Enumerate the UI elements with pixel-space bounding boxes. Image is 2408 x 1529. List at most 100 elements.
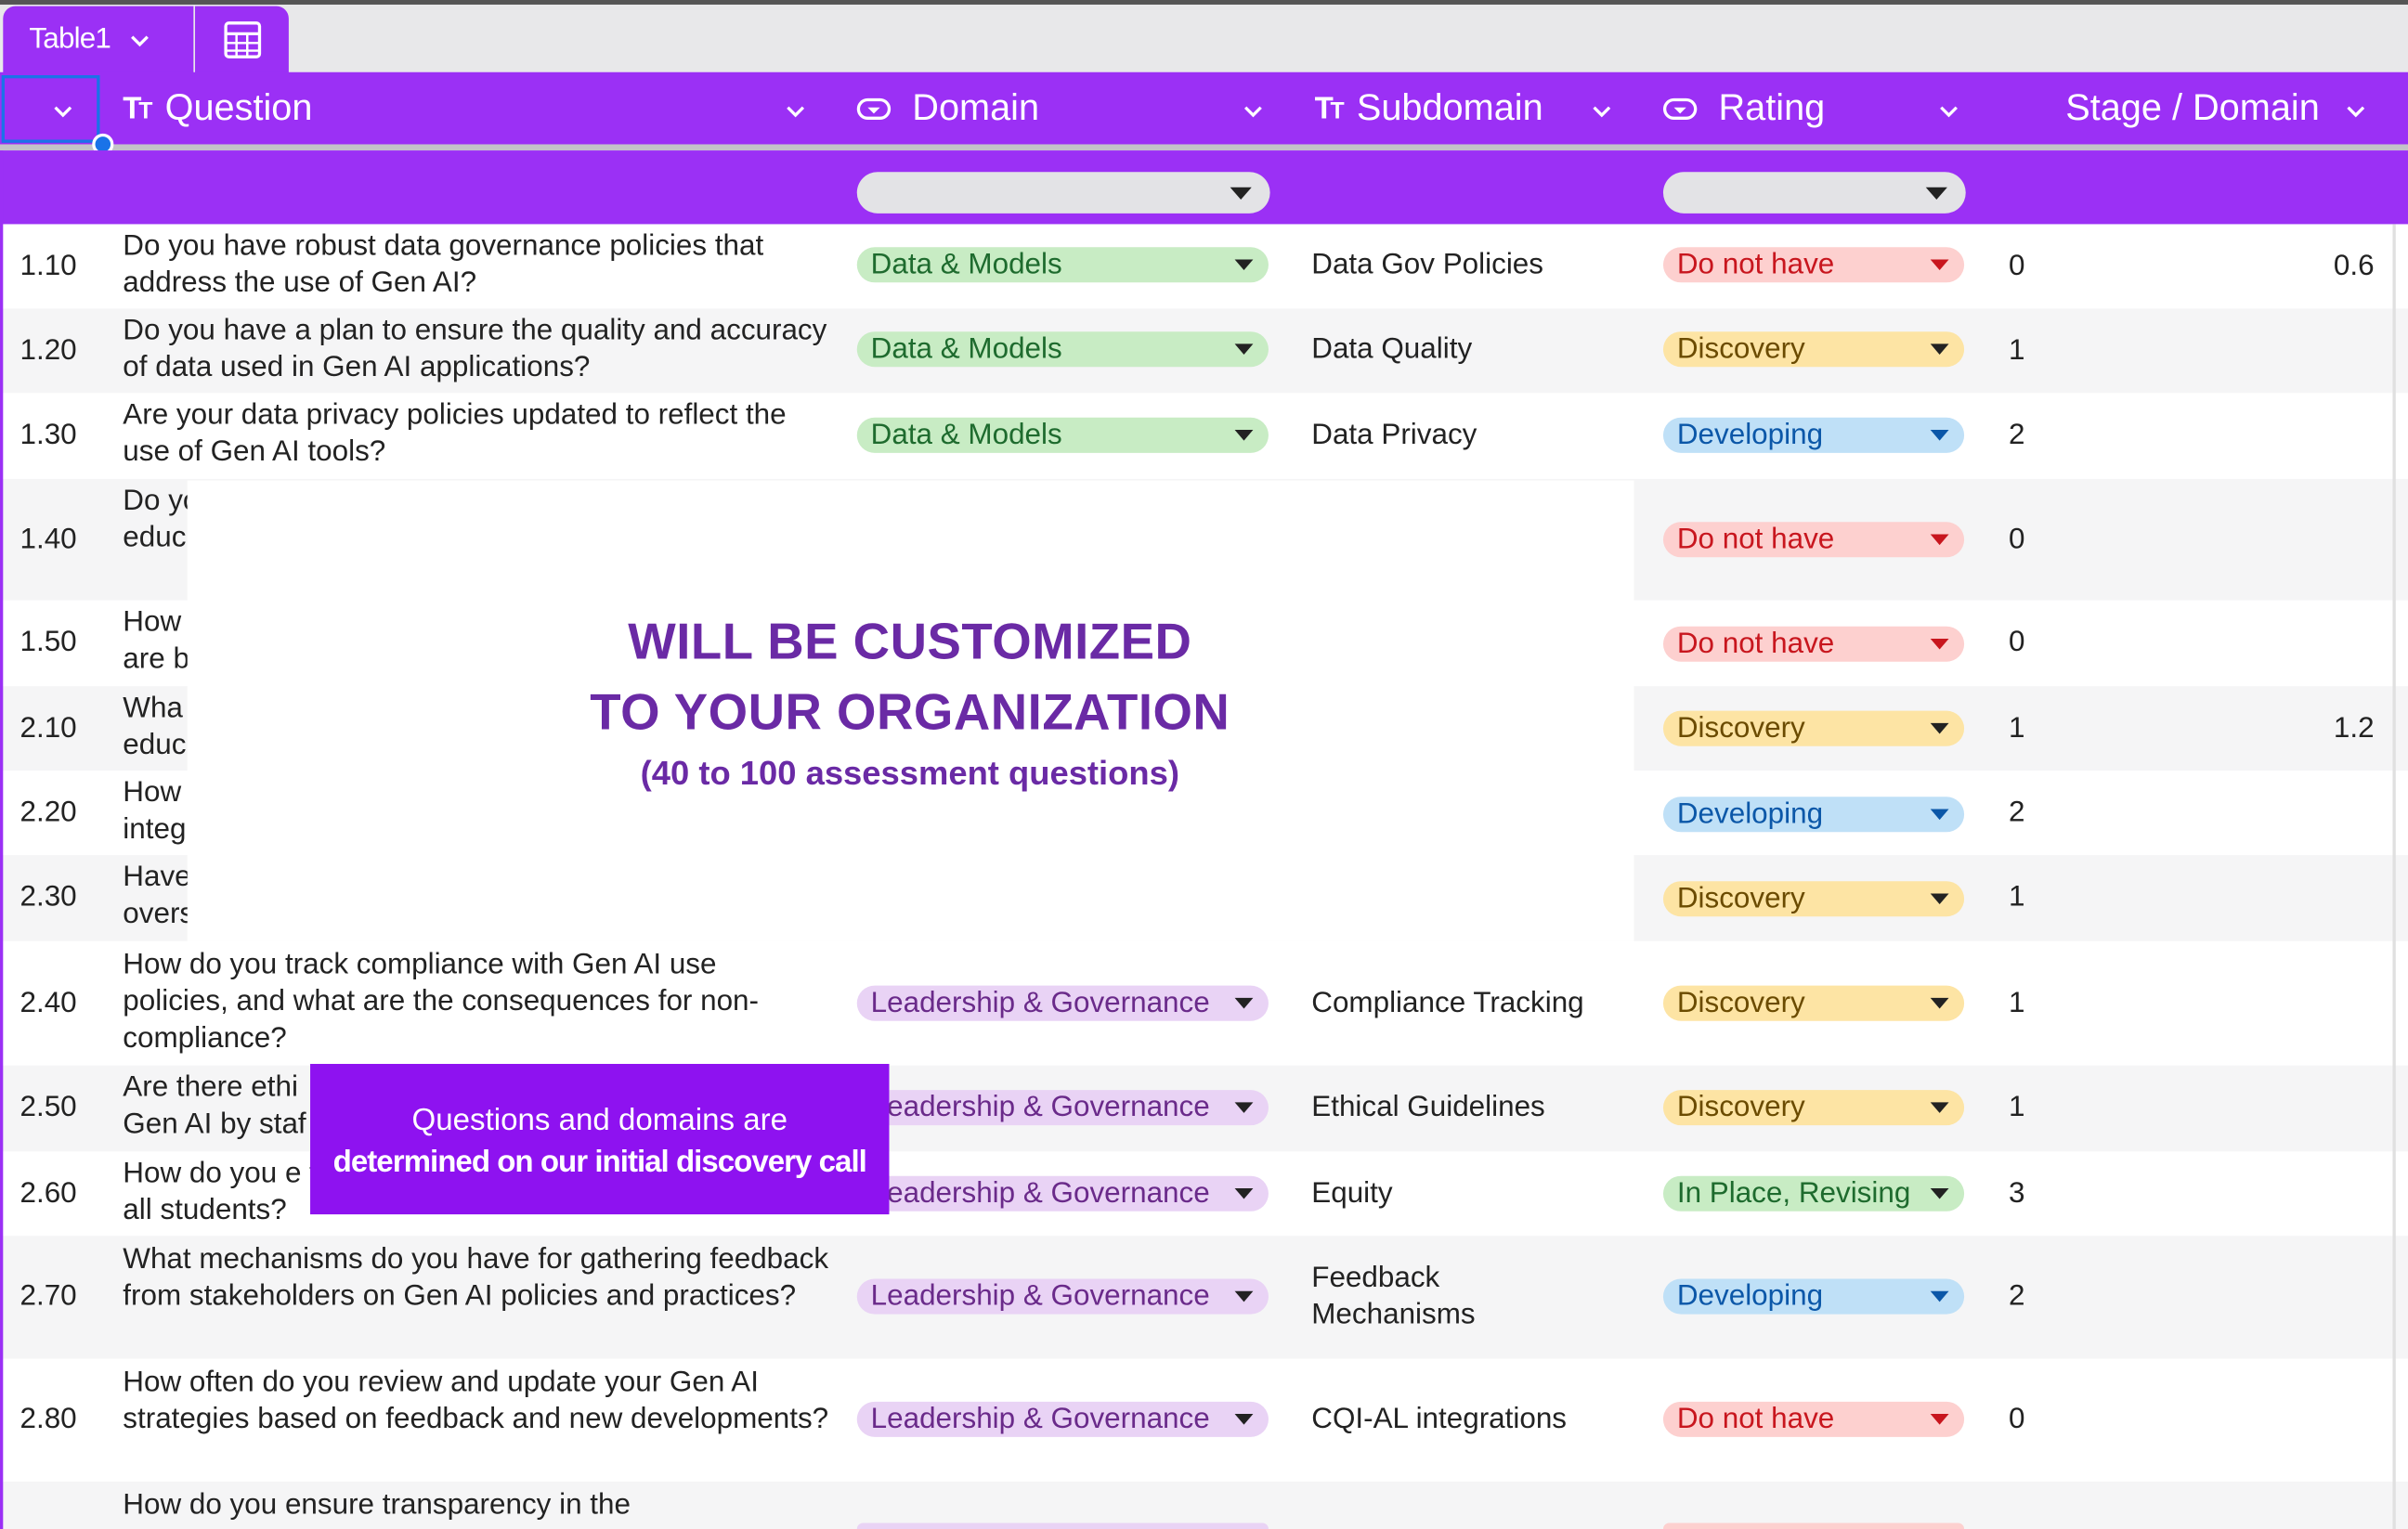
header-domain[interactable]: Domain	[856, 72, 1039, 146]
rating-chip[interactable]: Do not have	[1662, 522, 1965, 558]
stage-cell[interactable]: 0.6	[2334, 251, 2375, 284]
subdomain-cell[interactable]: Equity	[1311, 1176, 1619, 1213]
header-question[interactable]: TT Question	[123, 72, 312, 146]
selected-cell[interactable]	[1, 75, 100, 143]
domain-chip[interactable]: Data & Models	[856, 331, 1269, 368]
question-cell[interactable]: Do you have a plan to ensure the quality…	[123, 313, 829, 386]
rating-chip[interactable]: Discovery	[1662, 710, 1965, 746]
filter-row	[0, 150, 2408, 225]
table-row[interactable]: 2.70 What mechanisms do you have for gat…	[0, 1236, 2408, 1359]
score-cell[interactable]: 2	[2009, 1280, 2024, 1314]
rating-chip[interactable]: Do not have	[1662, 626, 1965, 662]
question-cell[interactable]: Are your data privacy policies updated t…	[123, 397, 829, 471]
discovery-call-callout: Questions and domains are determined on …	[310, 1064, 890, 1215]
customization-message: WILL BE CUSTOMIZED TO YOUR ORGANIZATION …	[522, 606, 1297, 799]
score-cell[interactable]: 1	[2009, 881, 2024, 914]
score-cell[interactable]: 0	[2009, 524, 2024, 557]
dropdown-arrow-icon	[1930, 1102, 1949, 1113]
rating-chip[interactable]: Developing	[1662, 417, 1965, 453]
dropdown-arrow-icon	[1930, 997, 1949, 1009]
domain-chip[interactable]: Leadership & Governance	[856, 1090, 1269, 1126]
subdomain-cell[interactable]: Data Gov Policies	[1311, 247, 1619, 284]
callout-line-1: Questions and domains are	[411, 1104, 788, 1138]
stage-cell[interactable]: 1.2	[2334, 712, 2375, 745]
rating-chip[interactable]: Discovery	[1662, 985, 1965, 1021]
chevron-down-icon[interactable]	[1936, 98, 1960, 123]
rating-chip[interactable]: Developing	[1662, 1278, 1965, 1315]
calculator-icon	[223, 21, 261, 58]
rating-filter-dropdown[interactable]	[1662, 172, 1966, 214]
chevron-down-icon[interactable]	[2344, 98, 2368, 123]
subdomain-cell[interactable]: Data Quality	[1311, 331, 1619, 369]
header-subdomain[interactable]: TT Subdomain	[1315, 72, 1543, 146]
rating-chip-label: Do not have	[1676, 627, 1835, 660]
domain-chip[interactable]: Leadership & Governance	[856, 985, 1269, 1021]
question-cell[interactable]: How do you ensure transparency in the	[123, 1487, 829, 1524]
domain-chip[interactable]: Leadership & Governance	[856, 1278, 1269, 1315]
domain-chip-label: Data & Models	[870, 332, 1062, 365]
header-rating[interactable]: Rating	[1662, 72, 1826, 146]
dropdown-arrow-icon	[1234, 430, 1254, 441]
header-stage-domain[interactable]: Stage / Domain	[2065, 72, 2320, 146]
tab-table1[interactable]: Table1	[3, 6, 194, 74]
rating-chip-label: Developing	[1676, 1279, 1824, 1313]
rating-chip[interactable]	[1662, 1523, 1965, 1529]
domain-chip[interactable]: Leadership & Governance	[856, 1175, 1269, 1212]
rating-chip[interactable]: Developing	[1662, 797, 1965, 833]
rating-chip[interactable]: In Place, Revising	[1662, 1175, 1965, 1212]
score-cell[interactable]: 1	[2009, 712, 2024, 745]
domain-chip[interactable]: Leadership & Governance	[856, 1401, 1269, 1437]
domain-chip-label: Leadership & Governance	[870, 1279, 1210, 1313]
rating-chip-label: Do not have	[1676, 248, 1835, 280]
table-row[interactable]: 2.80 How often do you review and update …	[0, 1359, 2408, 1482]
score-cell[interactable]: 1	[2009, 335, 2024, 369]
rating-chip[interactable]: Do not have	[1662, 1401, 1965, 1437]
header-question-label: Question	[164, 87, 313, 129]
rating-chip[interactable]: Discovery	[1662, 331, 1965, 368]
domain-chip[interactable]	[856, 1523, 1269, 1529]
table-row[interactable]: 1.20 Do you have a plan to ensure the qu…	[0, 308, 2408, 394]
rating-chip[interactable]: Discovery	[1662, 1090, 1965, 1126]
score-cell[interactable]: 0	[2009, 627, 2024, 660]
domain-filter-dropdown[interactable]	[856, 172, 1270, 214]
score-cell[interactable]: 2	[2009, 797, 2024, 830]
domain-chip[interactable]: Data & Models	[856, 247, 1269, 283]
table-row[interactable]: How do you ensure transparency in the	[0, 1481, 2408, 1529]
subdomain-cell[interactable]: Compliance Tracking	[1311, 986, 1619, 1023]
dropdown-arrow-icon	[1930, 809, 1949, 821]
domain-chip[interactable]: Data & Models	[856, 417, 1269, 453]
table-row[interactable]: 1.30 Are your data privacy policies upda…	[0, 393, 2408, 479]
score-cell[interactable]: 2	[2009, 419, 2024, 452]
chevron-down-icon[interactable]	[1590, 98, 1614, 123]
dropdown-arrow-icon	[1930, 259, 1949, 271]
question-cell[interactable]: Do you have robust data governance polic…	[123, 228, 829, 302]
row-number: 2.30	[20, 881, 77, 914]
table-row[interactable]: 2.40 How do you track compliance with Ge…	[0, 941, 2408, 1066]
column-header-row: TT Question Domain TT Subdomain Rating S…	[0, 71, 2408, 147]
chevron-down-icon[interactable]	[129, 29, 150, 50]
question-cell[interactable]: What mechanisms do you have for gatherin…	[123, 1242, 829, 1315]
score-cell[interactable]: 0	[2009, 251, 2024, 284]
table-row[interactable]: 1.10 Do you have robust data governance …	[0, 224, 2408, 308]
chevron-down-icon[interactable]	[783, 98, 807, 123]
score-cell[interactable]: 1	[2009, 1092, 2024, 1125]
chevron-down-icon[interactable]	[1241, 98, 1265, 123]
subdomain-cell[interactable]: CQI-AL integrations	[1311, 1402, 1619, 1439]
rating-chip[interactable]: Discovery	[1662, 881, 1965, 917]
subdomain-cell[interactable]: Data Privacy	[1311, 418, 1619, 455]
table-right-border	[2392, 224, 2396, 1529]
question-cell[interactable]: Are there ethi Gen AI by staf	[123, 1070, 338, 1144]
question-cell[interactable]: How do you track compliance with Gen AI …	[123, 947, 829, 1057]
header-rating-label: Rating	[1718, 87, 1826, 129]
score-cell[interactable]: 0	[2009, 1403, 2024, 1436]
question-cell[interactable]: How often do you review and update your …	[123, 1365, 829, 1438]
score-cell[interactable]: 3	[2009, 1177, 2024, 1211]
callout-line-2: determined on our initial discovery call	[332, 1145, 867, 1180]
subdomain-cell[interactable]: Ethical Guidelines	[1311, 1090, 1619, 1127]
dropdown-arrow-icon	[1234, 1414, 1254, 1425]
score-cell[interactable]: 1	[2009, 987, 2024, 1020]
rating-chip[interactable]: Do not have	[1662, 247, 1965, 283]
subdomain-cell[interactable]: Feedback Mechanisms	[1311, 1261, 1527, 1334]
row-number: 2.80	[20, 1403, 77, 1436]
tab-calculator[interactable]	[195, 6, 289, 74]
